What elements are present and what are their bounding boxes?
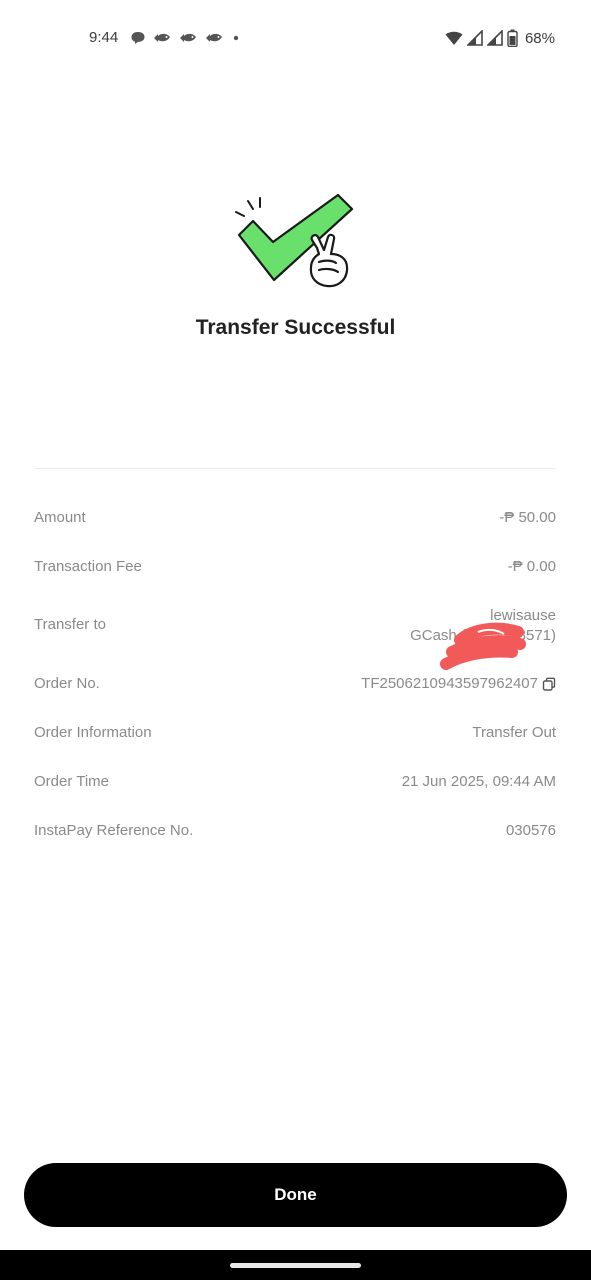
- signal-icon: [486, 30, 503, 46]
- dot-icon: [233, 35, 239, 41]
- page-title: Transfer Successful: [195, 316, 396, 339]
- detail-label: Order Time: [34, 773, 110, 790]
- detail-value: 030576: [505, 822, 556, 839]
- signal-icon: [466, 30, 483, 46]
- checkmark-peace-hand-icon: [235, 193, 354, 288]
- notification-icons: [130, 29, 242, 47]
- home-indicator[interactable]: [230, 1263, 361, 1268]
- done-button[interactable]: Done: [24, 1163, 567, 1227]
- order-number-wrap: TF2506210943597962407: [361, 675, 556, 692]
- detail-label: Order Information: [34, 724, 152, 741]
- detail-value: -₱ 50.00: [499, 509, 556, 526]
- detail-value: Transfer Out: [472, 724, 556, 741]
- status-bar: 9:44 68%: [0, 0, 591, 76]
- game-fish-icon: [180, 33, 196, 42]
- copy-icon[interactable]: [542, 677, 556, 691]
- detail-label: InstaPay Reference No.: [34, 822, 194, 839]
- detail-value: 21 Jun 2025, 09:44 AM: [401, 773, 556, 790]
- navigation-bar: [0, 1250, 591, 1280]
- redaction-scribble: [440, 622, 526, 670]
- detail-label: Transfer to: [34, 616, 106, 633]
- game-fish-icon: [154, 33, 170, 42]
- battery-icon: [507, 29, 518, 47]
- order-number: TF2506210943597962407: [361, 675, 538, 692]
- battery-percent: 68%: [524, 29, 555, 47]
- wifi-icon: [445, 31, 463, 45]
- divider: [34, 468, 556, 469]
- chat-bubble-icon: [131, 32, 145, 44]
- status-time: 9:44: [89, 29, 119, 46]
- game-fish-icon: [206, 33, 222, 42]
- detail-label: Transaction Fee: [34, 558, 142, 575]
- detail-label: Amount: [34, 509, 86, 526]
- detail-label: Order No.: [34, 675, 100, 692]
- detail-value: -₱ 0.00: [507, 558, 556, 575]
- system-status-icons: 68%: [445, 28, 555, 48]
